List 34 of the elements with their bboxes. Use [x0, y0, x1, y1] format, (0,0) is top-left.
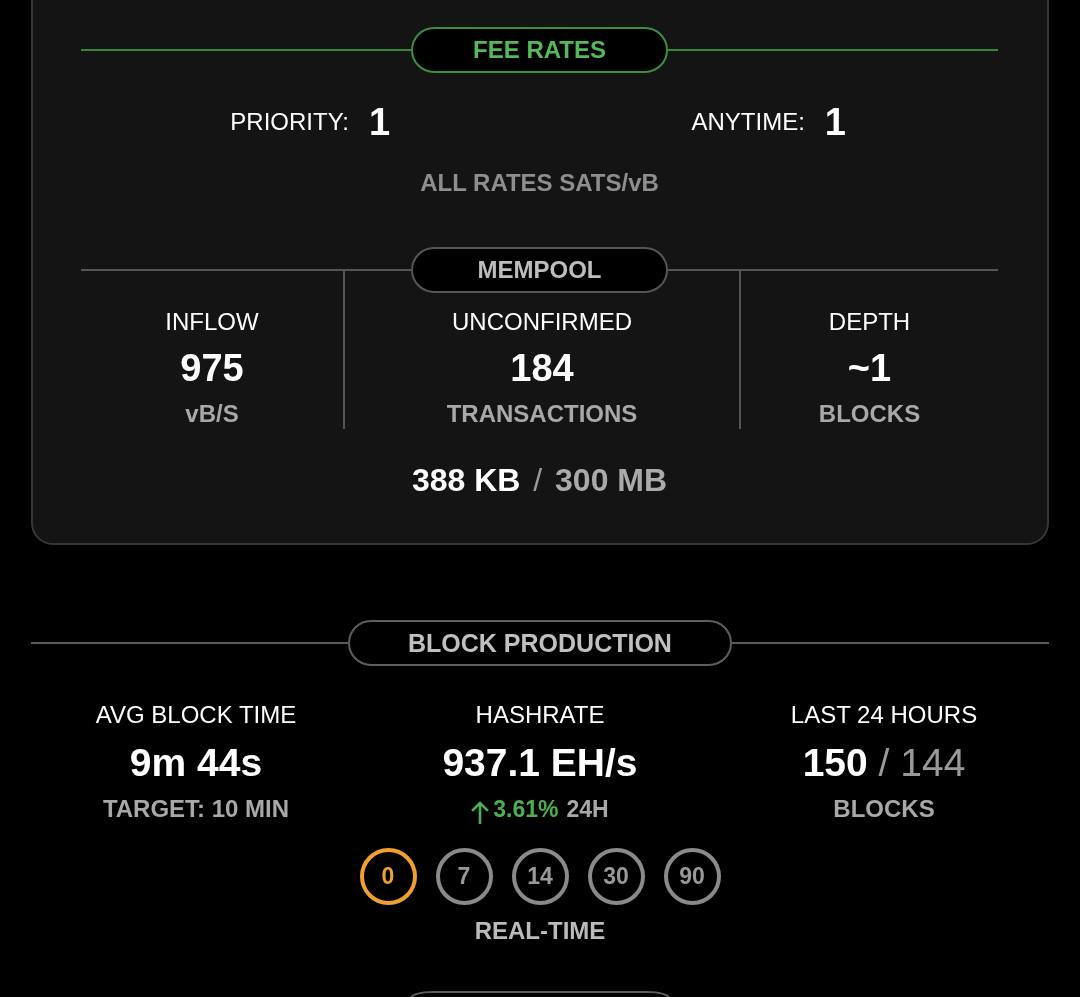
change-period: 24H	[566, 795, 609, 823]
stat-label: LAST 24 HOURS	[790, 700, 978, 730]
fee-rates-title: FEE RATES	[411, 27, 668, 73]
rates-unit-note: ALL RATES SATS/vB	[420, 168, 659, 198]
stat-unit: BLOCKS	[833, 794, 935, 824]
stat-label: UNCONFIRMED	[452, 307, 632, 337]
stat-label: AVG BLOCK TIME	[95, 700, 297, 730]
range-button[interactable]: 90	[663, 848, 721, 905]
stat-unit: BLOCKS	[818, 399, 921, 429]
range-caption: REAL-TIME	[474, 916, 606, 946]
stat-value: 9m 44s	[129, 743, 263, 783]
stat-value: ~1	[847, 348, 892, 388]
fee-rate-label: ANYTIME:	[691, 108, 805, 136]
mempool-title: MEMPOOL	[411, 247, 668, 293]
hashrate-change: 3.61%	[493, 795, 559, 823]
range-button[interactable]: 7	[435, 848, 493, 905]
range-button[interactable]: 30	[587, 848, 645, 905]
mempool-size-text: 388 KB / 300 MB	[411, 461, 668, 499]
range-button[interactable]: 14	[511, 848, 569, 905]
block-production-title: BLOCK PRODUCTION	[348, 620, 732, 666]
stat-label: INFLOW	[165, 307, 259, 337]
blocks-count-value: 150 / 144	[802, 743, 966, 783]
stat-unit: TRANSACTIONS	[446, 399, 638, 429]
stat-label: HASHRATE	[475, 700, 605, 730]
fee-rate-value: 1	[369, 100, 391, 144]
stat-value: 937.1 EH/s	[442, 743, 638, 783]
fee-rate-value: 1	[824, 100, 846, 144]
stat-label: DEPTH	[828, 307, 911, 337]
stat-unit: vB/S	[185, 399, 239, 429]
range-button[interactable]: 0	[359, 848, 417, 905]
stat-value: 975	[180, 348, 244, 388]
stat-value: 184	[510, 348, 574, 388]
stat-target: TARGET: 10 MIN	[102, 794, 290, 824]
fee-rate-label: PRIORITY:	[230, 108, 349, 136]
